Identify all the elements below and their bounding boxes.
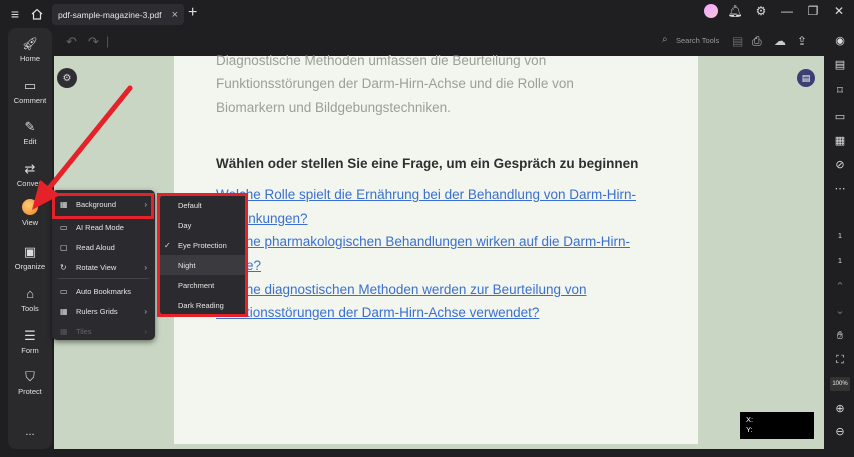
annotation-arrow — [32, 85, 133, 210]
